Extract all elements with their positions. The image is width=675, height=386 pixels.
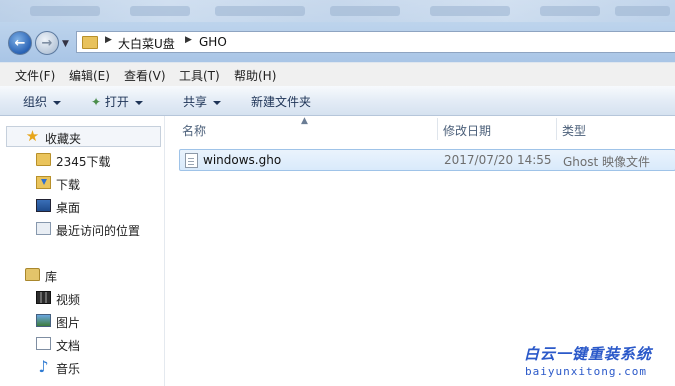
dropdown-caret-icon [53,100,62,105]
blurred-item [540,6,600,16]
share-label: 共享 [183,95,208,109]
dropdown-caret-icon [213,100,222,105]
new-folder-button[interactable]: 新建文件夹 [251,93,311,110]
sidebar-item-videos[interactable]: 视频 [0,288,164,308]
window-titlebar: ← → ▼ ▶ 大白菜U盘 ▶ GHO [0,0,675,62]
documents-icon [36,337,51,350]
sidebar-item-pictures[interactable]: 图片 [0,311,164,331]
libraries-icon [25,268,40,281]
sidebar-item-downloads[interactable]: 下载 [0,173,164,193]
file-name: windows.gho [203,153,282,167]
sidebar-item-desktop[interactable]: 桌面 [0,196,164,216]
folder-icon [82,36,98,49]
video-icon [36,291,51,304]
column-header-label: 类型 [562,124,587,138]
open-button[interactable]: ✦ 打开 [91,93,143,110]
sidebar-item-recent-places[interactable]: 最近访问的位置 [0,219,164,239]
pictures-icon [36,314,51,327]
recent-pages-dropdown-icon[interactable]: ▼ [62,39,69,49]
blurred-item [130,6,190,16]
column-header-name[interactable]: 名称 [179,116,437,143]
file-row-windows-gho[interactable]: windows.gho 2017/07/20 14:55 Ghost 映像文件 [179,149,675,171]
sidebar-item-label: 下载 [56,178,81,192]
open-icon: ✦ [91,95,102,109]
address-bar[interactable]: ▶ 大白菜U盘 ▶ GHO [76,31,675,53]
sidebar-item-2345-downloads[interactable]: 2345下载 [0,150,164,170]
organize-label: 组织 [23,95,48,109]
sidebar-item-documents[interactable]: 文档 [0,334,164,354]
star-icon: ★ [25,127,40,145]
menu-view[interactable]: 查看(V) [124,67,166,84]
sidebar-item-label: 2345下载 [56,155,111,169]
gho-file-icon [185,153,198,168]
menu-help[interactable]: 帮助(H) [234,67,276,84]
column-header-label: 修改日期 [443,124,492,138]
watermark-title: 白云一键重装系统 [524,345,653,363]
column-header-type[interactable]: 类型 [557,116,675,143]
blurred-item [330,6,400,16]
command-bar: 组织 ✦ 打开 共享 新建文件夹 [0,86,675,116]
blurred-item [30,6,100,16]
forward-arrow-icon: → [41,35,53,51]
music-icon: ♪ [38,357,49,376]
column-header-modified[interactable]: 修改日期 [438,116,556,143]
menu-tools[interactable]: 工具(T) [179,67,220,84]
breadcrumb-item[interactable]: 大白菜U盘 [118,35,175,52]
file-modified-date: 2017/07/20 14:55 [444,153,552,167]
menu-file[interactable]: 文件(F) [15,67,55,84]
share-button[interactable]: 共享 [183,93,222,110]
desktop-icon [36,199,51,212]
sidebar-item-label: 文档 [56,339,81,353]
blurred-item [215,6,305,16]
organize-button[interactable]: 组织 [23,93,62,110]
sidebar-item-music[interactable]: ♪ 音乐 [0,357,164,377]
blurred-item [615,6,670,16]
blurred-item [430,6,510,16]
back-button[interactable]: ← [8,31,32,55]
sidebar-item-label: 视频 [56,293,81,307]
breadcrumb-separator-icon[interactable]: ▶ [105,35,112,45]
recent-places-icon [36,222,51,235]
watermark-url: baiyunxitong.com [525,365,647,378]
dropdown-caret-icon [134,100,143,105]
forward-button[interactable]: → [35,31,59,55]
menu-edit[interactable]: 编辑(E) [69,67,110,84]
file-type: Ghost 映像文件 [563,155,651,169]
sidebar-item-label: 收藏夹 [45,132,82,146]
folder-icon [36,153,51,166]
sidebar-item-libraries[interactable]: 库 [0,265,164,285]
sidebar-item-label: 最近访问的位置 [56,224,141,238]
menu-bar: 文件(F) 编辑(E) 查看(V) 工具(T) 帮助(H) [0,62,675,86]
sidebar-item-favorites[interactable]: ★ 收藏夹 [0,127,164,147]
sidebar-item-label: 桌面 [56,201,81,215]
breadcrumb-separator-icon[interactable]: ▶ [185,35,192,45]
column-header-label: 名称 [182,124,207,138]
sidebar-item-label: 图片 [56,316,81,330]
navigation-pane: ★ 收藏夹 2345下载 下载 桌面 最近访问的位置 库 视频 图片 文档 ♪ … [0,116,164,386]
back-arrow-icon: ← [14,35,26,51]
open-label: 打开 [104,95,129,109]
sidebar-item-label: 库 [45,270,58,284]
download-folder-icon [36,176,51,189]
sidebar-item-label: 音乐 [56,362,81,376]
breadcrumb-item[interactable]: GHO [199,35,227,49]
